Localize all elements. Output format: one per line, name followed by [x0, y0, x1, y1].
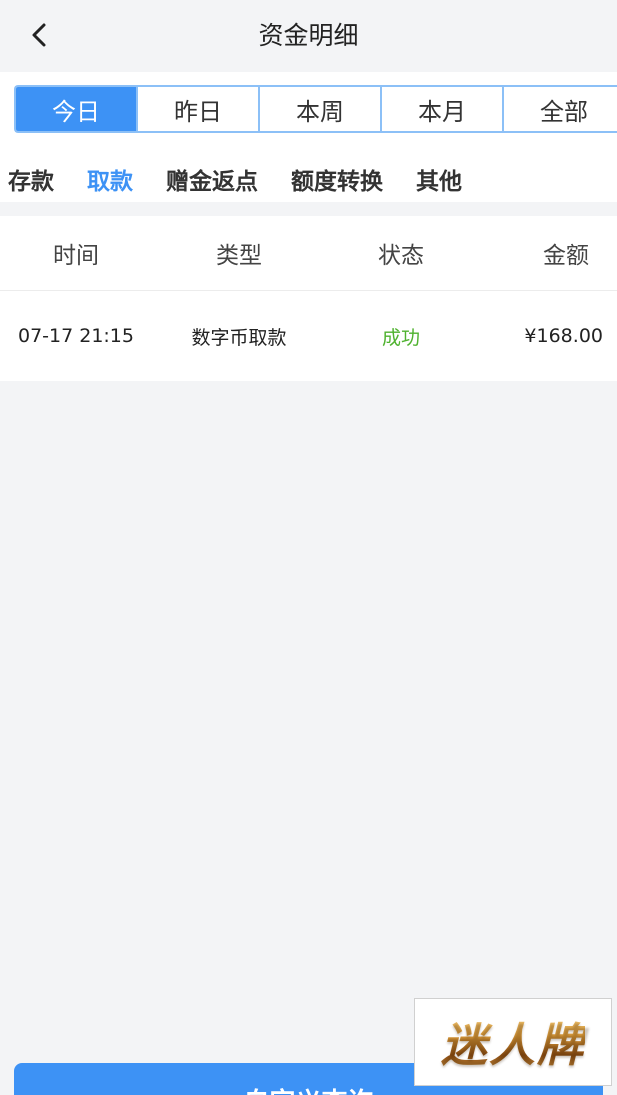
watermark-logo: 迷人牌 — [414, 998, 612, 1086]
page: 资金明细 今日 昨日 本周 本月 全部 存款 取款 赠金返点 额度转换 其他 时… — [0, 0, 617, 1095]
table-header: 时间 类型 状态 金额 — [0, 216, 617, 291]
table-row: 07-17 21:15 数字币取款 成功 ¥168.00 — [0, 291, 617, 381]
tab-today[interactable]: 今日 — [16, 87, 138, 131]
tab-all[interactable]: 全部 — [504, 87, 617, 131]
tab-this-week[interactable]: 本周 — [260, 87, 382, 131]
category-filter-bar: 存款 取款 赠金返点 额度转换 其他 — [0, 150, 617, 202]
column-header-type: 类型 — [216, 243, 262, 269]
tab-bonus-rebate[interactable]: 赠金返点 — [166, 166, 258, 198]
tab-yesterday[interactable]: 昨日 — [138, 87, 260, 131]
period-filter-bar: 今日 昨日 本周 本月 全部 — [0, 72, 617, 150]
cell-status: 成功 — [381, 326, 420, 349]
cell-time: 07-17 21:15 — [17, 325, 134, 347]
page-title: 资金明细 — [258, 21, 359, 50]
custom-query-label: 自定义查询 — [243, 1073, 373, 1095]
tab-withdrawal[interactable]: 取款 — [87, 166, 133, 198]
cell-amount: ¥168.00 — [524, 325, 603, 347]
column-header-time: 时间 — [53, 243, 99, 269]
tab-credit-transfer[interactable]: 额度转换 — [291, 166, 383, 198]
watermark-logo-text: 迷人牌 — [441, 1009, 585, 1075]
column-header-status: 状态 — [378, 243, 424, 269]
tab-this-month[interactable]: 本月 — [382, 87, 504, 131]
transactions-table: 时间 类型 状态 金额 07-17 21:15 数字币取款 成功 ¥168.00 — [0, 216, 617, 381]
column-header-amount: 金额 — [543, 243, 589, 269]
period-tabs: 今日 昨日 本周 本月 全部 — [14, 85, 617, 133]
cell-type: 数字币取款 — [191, 326, 287, 349]
tab-deposit[interactable]: 存款 — [8, 166, 54, 198]
tab-other[interactable]: 其他 — [416, 166, 462, 198]
category-tabs: 存款 取款 赠金返点 额度转换 其他 — [8, 166, 495, 198]
header-bar: 资金明细 — [0, 0, 617, 72]
